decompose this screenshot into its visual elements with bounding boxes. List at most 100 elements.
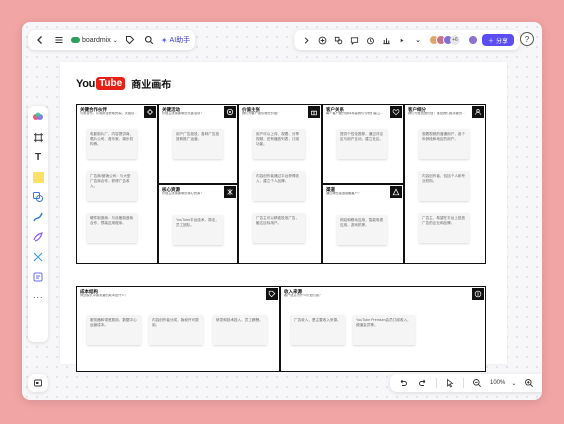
left-toolbar: T ··· <box>28 106 48 342</box>
zoom-toolbar: 100% ⌄ <box>390 374 542 392</box>
box-customer-relationships[interactable]: 客户关系 每个客户细分群体希望我们与他们建立怎样的关系？ 提供个性化推荐，通过评… <box>322 104 404 184</box>
frame-icon[interactable] <box>31 130 45 144</box>
help-icon[interactable]: ? <box>520 32 534 46</box>
search-icon[interactable] <box>142 33 156 47</box>
heart-icon <box>390 106 402 118</box>
shape-icon[interactable] <box>31 190 45 204</box>
shape-icon[interactable] <box>332 34 344 46</box>
box-subtitle: 价值主张需要哪些关键活动？ <box>162 112 204 115</box>
box-subtitle: 我们为谁创造价值？谁是我们最重要的客户？ <box>408 112 468 115</box>
zoom-out-icon[interactable] <box>470 376 484 390</box>
link-icon <box>144 106 156 118</box>
box-subtitle: 商业模式中最重要的成本是什么？ <box>80 294 128 297</box>
sticky-note[interactable]: 广告收入，是主要收入来源。 <box>291 315 345 345</box>
box-value-propositions[interactable]: 价值主张 我们为客户提供哪些价值？ 用户可以上传、观看、分享视频，还有播放列表，… <box>238 104 322 264</box>
logo-you-text: You <box>76 77 96 90</box>
brand[interactable]: boardmix ⌄ <box>71 37 118 44</box>
sticky-note[interactable]: 观看视频的普通用户，各个年龄段和地区的用户。 <box>419 129 469 159</box>
box-customer-segments[interactable]: 客户细分 我们为谁创造价值？谁是我们最重要的客户？ 观看视频的普通用户，各个年龄… <box>404 104 486 264</box>
sticky-note[interactable]: 电影制片厂、内容提供商、唱片公司、音乐家，娱乐机构等。 <box>87 129 137 159</box>
user-plus-icon: ＋ <box>488 38 495 45</box>
ai-assistant-label: AI助手 <box>169 37 191 44</box>
sticky-note[interactable]: 广告商/营销公司：与大型广告商合作，获得广告收入。 <box>87 171 137 201</box>
user-avatar[interactable] <box>468 35 478 45</box>
sticky-note[interactable]: 内容创作者，包括个人和专业机构。 <box>419 171 469 201</box>
presentation-icon[interactable] <box>396 34 408 46</box>
back-icon[interactable] <box>33 33 47 47</box>
tag-icon <box>266 288 278 300</box>
sticky-note[interactable]: 广告主，希望在平台上投放广告的企业和品牌。 <box>419 213 469 243</box>
collaborator-avatars[interactable]: +6 <box>429 35 460 45</box>
divider <box>436 378 437 388</box>
sticky-note[interactable]: 内容创作者通过平台获得收入，建立个人品牌。 <box>253 171 305 201</box>
pen-icon[interactable] <box>31 210 45 224</box>
share-label: 分享 <box>496 38 509 45</box>
menu-icon[interactable] <box>52 33 66 47</box>
truck-icon <box>390 186 402 198</box>
sticky-note[interactable]: 提供个性化推荐，通过评论区与用户互动，建立社区。 <box>337 129 387 159</box>
box-subtitle: 通过哪些渠道接触客户？ <box>326 192 362 195</box>
box-subtitle: 客户愿意为什么价值付费？ <box>284 294 323 297</box>
redo-icon[interactable] <box>416 376 430 390</box>
sparkle-icon: ✦ <box>160 35 168 45</box>
minimap-icon <box>31 376 45 390</box>
arrow-icon[interactable] <box>300 34 312 46</box>
box-subtitle: 每个客户细分群体希望我们与他们建立怎样的关系？ <box>326 112 386 115</box>
box-key-activities[interactable]: 关键活动 价值主张需要哪些关键活动？ 用户广告投放，各种广告投放和推广运营。 <box>158 104 238 184</box>
boardmix-logo-icon <box>71 37 80 43</box>
box-channels[interactable]: 渠道 通过哪些渠道接触客户？ 网站和移动应用，智能电视应用，游戏机等。 <box>322 184 404 264</box>
add-icon[interactable] <box>316 34 328 46</box>
sticky-note[interactable]: 网站和移动应用，智能电视应用，游戏机等。 <box>337 215 387 245</box>
color-palette-icon[interactable] <box>31 110 45 124</box>
timer-icon[interactable] <box>364 34 376 46</box>
box-revenue-streams[interactable]: 收入来源 客户愿意为什么价值付费？ 广告收入，是主要收入来源。 YouTube … <box>280 286 486 372</box>
sticky-note[interactable]: YouTube Premium会员订阅收入，频道会员等。 <box>353 315 415 345</box>
sticky-note[interactable]: 服务器和带宽费用，数据中心运营成本。 <box>87 315 141 345</box>
sticky-note[interactable]: 广告主可以精准投放广告，触达目标用户。 <box>253 213 305 243</box>
undo-icon[interactable] <box>396 376 410 390</box>
box-subtitle: 价值主张需要哪些核心资源？ <box>162 192 204 195</box>
sticky-note[interactable]: 用户广告投放，各种广告投放和推广运营。 <box>173 129 223 159</box>
share-button[interactable]: ＋ 分享 <box>482 34 515 46</box>
box-subtitle: 与谁合作，从谁那里获取资源，关键合作伙伴是谁？ <box>80 112 140 115</box>
money-icon <box>472 288 484 300</box>
box-subtitle: 我们为客户提供哪些价值？ <box>242 112 281 115</box>
sticky-note[interactable]: 研发和技术投入，员工薪酬。 <box>213 315 267 345</box>
page-title: 商业画布 <box>131 80 172 91</box>
tag-icon[interactable] <box>123 33 137 47</box>
chevron-down-icon: ⌄ <box>511 380 517 387</box>
more-tools-icon[interactable]: ··· <box>31 290 45 304</box>
sticky-note[interactable]: YouTube平台技术，算法，员工团队。 <box>173 215 223 245</box>
connector-icon[interactable] <box>31 250 45 264</box>
box-key-resources[interactable]: 核心资源 价值主张需要哪些核心资源？ YouTube平台技术，算法，员工团队。 <box>158 184 238 264</box>
vote-icon[interactable] <box>380 34 392 46</box>
minimap-button[interactable] <box>28 374 48 392</box>
text-icon[interactable]: T <box>31 150 45 164</box>
users-icon <box>472 106 484 118</box>
chevron-down-icon: ⌄ <box>112 37 118 44</box>
template-icon[interactable] <box>31 270 45 284</box>
resource-icon <box>224 186 236 198</box>
doc-header: You Tube 商业画布 <box>76 76 171 91</box>
sticky-note[interactable]: 内容创作者分成，版权许可费用。 <box>149 315 203 345</box>
sticky-note[interactable]: 硬件制造商：与设备制造商合作，预装应用程序。 <box>87 213 137 243</box>
avatar-count: +6 <box>450 35 460 45</box>
zoom-level[interactable]: 100% <box>490 380 505 386</box>
sticky-note-icon[interactable] <box>31 170 45 184</box>
ai-assistant-button[interactable]: ✦ AI助手 <box>161 35 190 45</box>
logo-tube-text: Tube <box>96 77 126 90</box>
brush-icon[interactable] <box>31 230 45 244</box>
box-cost-structure[interactable]: 成本结构 商业模式中最重要的成本是什么？ 服务器和带宽费用，数据中心运营成本。 … <box>76 286 280 372</box>
top-left-toolbar: boardmix ⌄ ✦ AI助手 <box>28 30 196 50</box>
top-right-toolbar: ⌄ +6 ＋ 分享 <box>294 30 521 50</box>
gift-icon <box>308 106 320 118</box>
more-icon[interactable]: ⌄ <box>412 34 424 46</box>
comment-icon[interactable] <box>348 34 360 46</box>
youtube-logo: You Tube <box>76 77 126 90</box>
zoom-in-icon[interactable] <box>522 376 536 390</box>
canvas-board[interactable]: You Tube 商业画布 关键合作伙伴 与谁合作，从谁那里获取资源，关键合作伙… <box>60 62 507 372</box>
sticky-note[interactable]: 用户可以上传、观看、分享视频，还有播放列表，订阅功能。 <box>253 129 305 159</box>
box-key-partners[interactable]: 关键合作伙伴 与谁合作，从谁那里获取资源，关键合作伙伴是谁？ 电影制片厂、内容提… <box>76 104 158 264</box>
check-icon <box>224 106 236 118</box>
cursor-icon[interactable] <box>443 376 457 390</box>
